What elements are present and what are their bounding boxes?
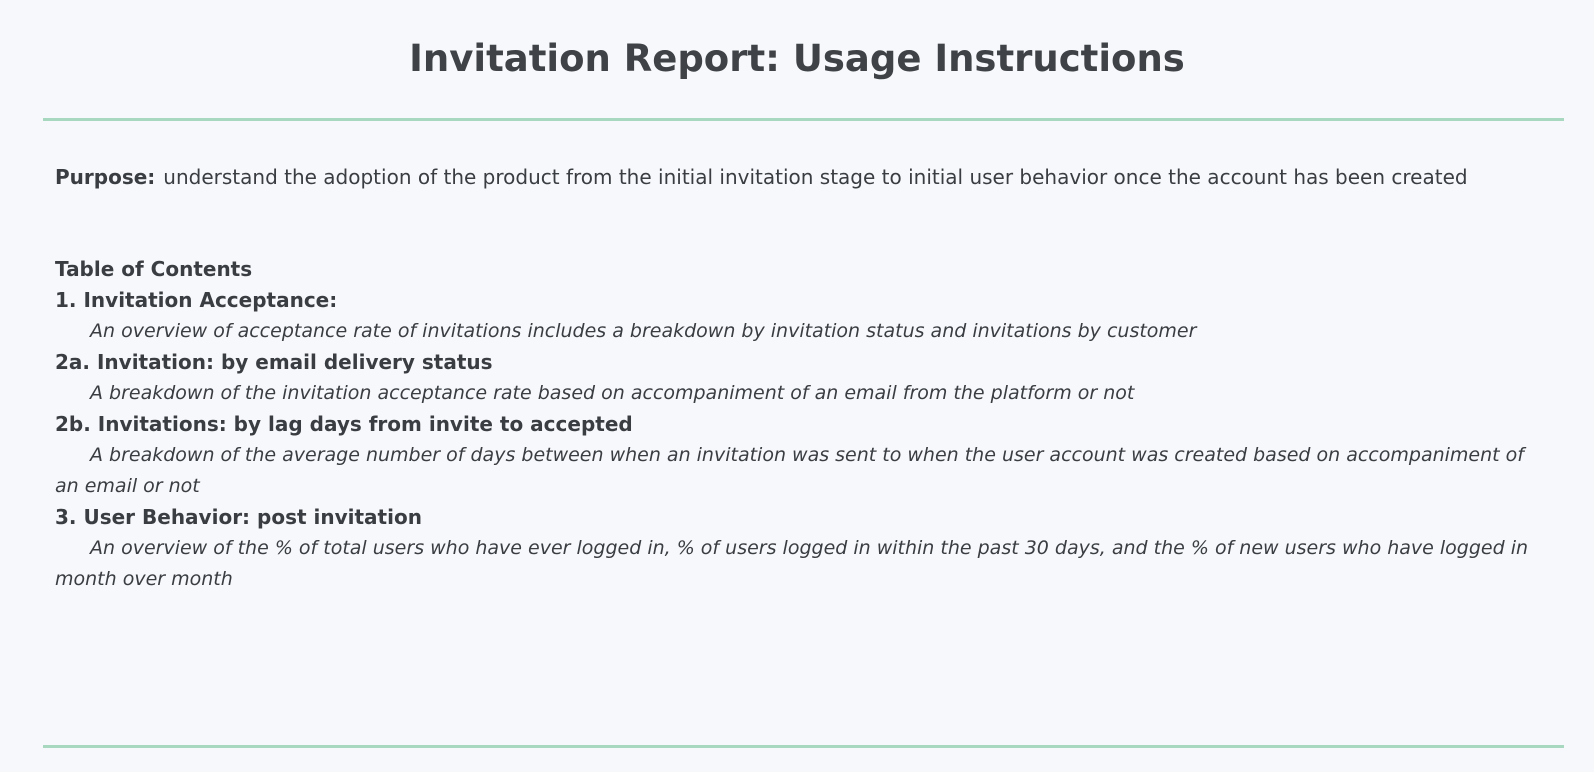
page-title: Invitation Report: Usage Instructions <box>409 37 1185 80</box>
report-page: Invitation Report: Usage Instructions Pu… <box>0 0 1594 772</box>
toc-item-description: A breakdown of the invitation acceptance… <box>90 382 1135 404</box>
purpose-label: Purpose: <box>55 165 156 189</box>
purpose-text: understand the adoption of the product f… <box>163 165 1468 189</box>
bottom-divider <box>43 745 1564 748</box>
toc-item-description: An overview of the % of total users who … <box>55 537 1529 590</box>
toc-item-title: 2b. Invitations: by lag days from invite… <box>55 412 633 436</box>
toc-item-title: 1. Invitation Acceptance: <box>55 288 338 312</box>
table-of-contents: Table of Contents 1. Invitation Acceptan… <box>55 254 1545 595</box>
toc-item-description: A breakdown of the average number of day… <box>55 444 1524 497</box>
toc-item-description: An overview of acceptance rate of invita… <box>90 320 1197 342</box>
top-divider <box>43 118 1564 121</box>
toc-heading: Table of Contents <box>55 257 253 281</box>
purpose-statement: Purpose: understand the adoption of the p… <box>55 162 1468 192</box>
toc-item-title: 2a. Invitation: by email delivery status <box>55 350 493 374</box>
toc-item-title: 3. User Behavior: post invitation <box>55 505 422 529</box>
